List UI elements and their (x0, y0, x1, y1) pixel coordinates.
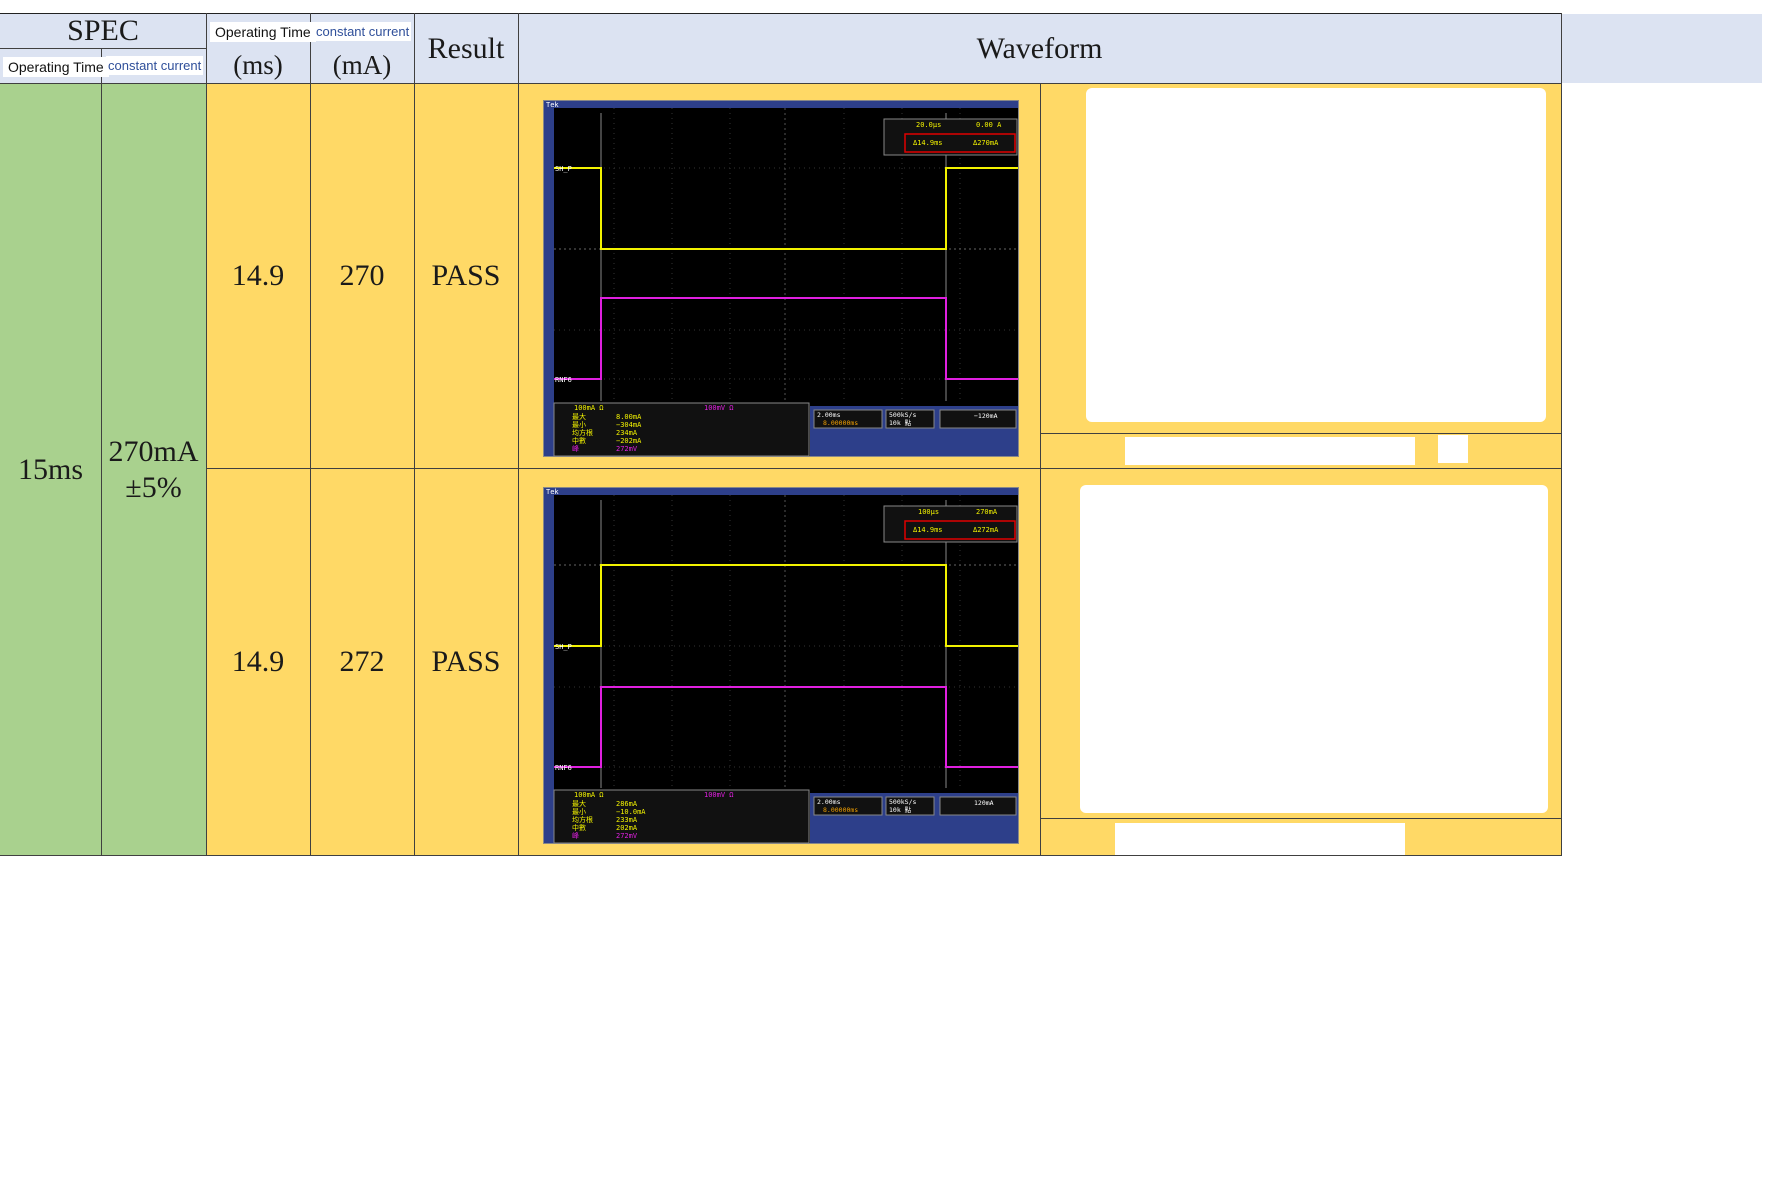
spec-constant-current-label: constant current (106, 56, 204, 75)
row1-redacted-caption-2 (1438, 435, 1468, 463)
spec-current-value: 270mA (108, 434, 199, 468)
row1-operating-time: 14.9 (231, 258, 285, 292)
svg-text:272mV: 272mV (616, 445, 638, 453)
row2-current: 272 (339, 645, 385, 678)
spec-header: SPEC (67, 14, 139, 47)
scope-brand: Tek (546, 101, 559, 109)
svg-text:最小: 最小 (572, 807, 586, 816)
svg-text:500kS/s: 500kS/s (889, 798, 916, 806)
svg-text:均方根: 均方根 (572, 815, 593, 824)
svg-text:0.00 A: 0.00 A (976, 121, 1002, 129)
row2-scope-screenshot: Tek SH_P RNF6 100µs 270mA Δ14.9ms Δ272mA… (543, 487, 1019, 844)
svg-text:RNF6: RNF6 (555, 764, 572, 772)
row2-redacted-image (1080, 485, 1548, 813)
row1-current: 270 (339, 258, 385, 292)
svg-text:均方根: 均方根 (572, 428, 593, 437)
svg-text:−10.0mA: −10.0mA (616, 808, 646, 816)
operating-time-header: Operating Time (210, 22, 316, 42)
spec-operating-time-label: Operating Time (3, 57, 109, 77)
svg-text:272mV: 272mV (616, 832, 638, 840)
svg-text:最大: 最大 (572, 799, 586, 808)
constant-current-unit: (mA) (332, 49, 392, 80)
spec-operating-time: 15ms (17, 452, 83, 486)
result-header: Result (427, 31, 505, 65)
spec-current-tolerance: ±5% (125, 470, 182, 504)
svg-text:Δ14.9ms: Δ14.9ms (913, 139, 943, 147)
svg-text:峰: 峰 (572, 444, 579, 453)
svg-text:100mA Ω: 100mA Ω (574, 404, 604, 412)
svg-text:2.00ms: 2.00ms (817, 411, 841, 419)
svg-text:−120mA: −120mA (974, 412, 998, 420)
spec-current: 270mA ±5% (101, 83, 206, 856)
row1-result: PASS (431, 258, 501, 292)
svg-text:最小: 最小 (572, 420, 586, 429)
svg-text:500kS/s: 500kS/s (889, 411, 916, 419)
svg-text:100mV Ω: 100mV Ω (704, 404, 734, 412)
svg-text:286mA: 286mA (616, 800, 638, 808)
row2-operating-time: 14.9 (231, 645, 285, 678)
svg-text:Tek: Tek (546, 488, 559, 496)
svg-text:中數: 中數 (572, 436, 586, 445)
svg-text:100mA Ω: 100mA Ω (574, 791, 604, 799)
svg-text:8.00000ms: 8.00000ms (823, 419, 858, 427)
svg-text:233mA: 233mA (616, 816, 638, 824)
svg-text:100mV Ω: 100mV Ω (704, 791, 734, 799)
svg-text:10k 點: 10k 點 (889, 805, 912, 814)
svg-text:10k 點: 10k 點 (889, 418, 912, 427)
svg-text:Δ270mA: Δ270mA (973, 139, 999, 147)
svg-text:234mA: 234mA (616, 429, 638, 437)
svg-text:−304mA: −304mA (616, 421, 642, 429)
ch2-label: RNF6 (555, 376, 572, 384)
svg-text:−202mA: −202mA (616, 437, 642, 445)
row2-redacted-caption (1115, 823, 1405, 855)
svg-text:8.00000ms: 8.00000ms (823, 806, 858, 814)
svg-text:270mA: 270mA (976, 508, 998, 516)
operating-time-unit: (ms) (233, 49, 283, 80)
row2-result: PASS (431, 645, 501, 678)
row1-scope-screenshot: Tek SH_P RNF6 20.0µs 0.00 A Δ14.9ms Δ270… (543, 100, 1019, 457)
row1-redacted-caption (1125, 437, 1415, 465)
svg-text:100µs: 100µs (918, 508, 939, 516)
row1-redacted-image (1086, 88, 1546, 422)
svg-text:中數: 中數 (572, 823, 586, 832)
svg-text:2.00ms: 2.00ms (817, 798, 841, 806)
svg-text:峰: 峰 (572, 831, 579, 840)
svg-text:SH_P: SH_P (555, 643, 572, 651)
ch1-label: SH_P (555, 165, 572, 173)
svg-text:20.0µs: 20.0µs (916, 121, 941, 129)
svg-text:120mA: 120mA (974, 799, 994, 807)
svg-text:Δ14.9ms: Δ14.9ms (913, 526, 943, 534)
svg-text:Δ272mA: Δ272mA (973, 526, 999, 534)
svg-text:8.00mA: 8.00mA (616, 413, 642, 421)
svg-text:最大: 最大 (572, 412, 586, 421)
constant-current-header: constant current (314, 22, 412, 41)
svg-text:202mA: 202mA (616, 824, 638, 832)
waveform-header: Waveform (976, 31, 1103, 65)
